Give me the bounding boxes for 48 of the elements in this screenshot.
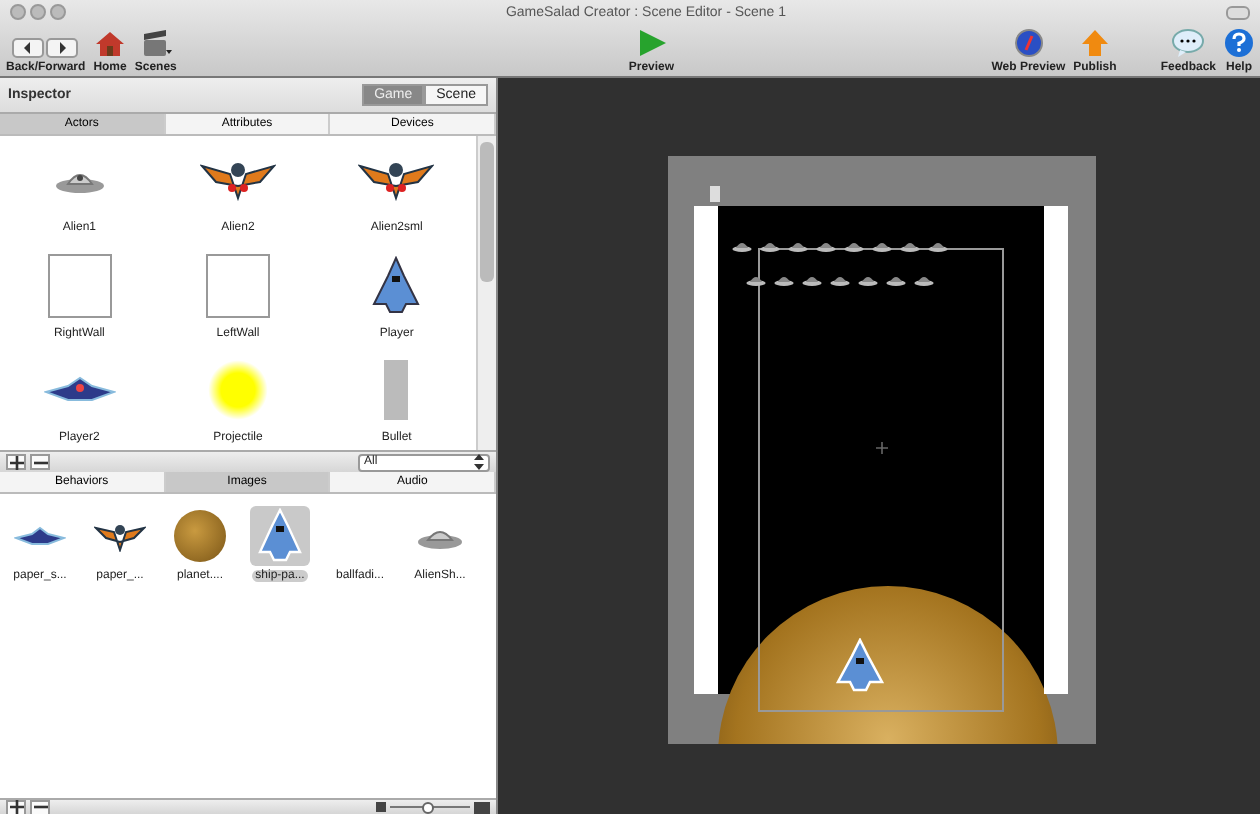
clapperboard-icon <box>139 30 172 58</box>
flying-saucer-icon[interactable] <box>732 240 752 252</box>
compass-icon <box>1013 28 1044 58</box>
spaceship-icon[interactable] <box>372 255 421 316</box>
flying-saucer-icon[interactable] <box>914 274 934 286</box>
remove-button[interactable] <box>30 454 50 470</box>
large-thumbnail-icon <box>474 801 490 813</box>
flying-saucer-icon[interactable] <box>844 240 864 252</box>
winged-alien-icon[interactable] <box>358 158 435 203</box>
flying-saucer-icon[interactable] <box>900 240 920 252</box>
zoom-slider-thumb[interactable] <box>422 802 435 814</box>
winged-alien-icon <box>94 521 146 551</box>
minus-icon <box>33 800 47 814</box>
flying-saucer-icon[interactable] <box>746 274 766 286</box>
flying-saucer-icon[interactable] <box>802 274 822 286</box>
flat-ship-icon[interactable] <box>43 375 116 404</box>
plus-icon <box>9 455 23 469</box>
crosshair-icon <box>876 442 888 454</box>
scrollbar[interactable] <box>476 136 496 450</box>
remove-button[interactable] <box>30 799 50 814</box>
plus-icon <box>9 800 23 814</box>
flying-saucer-icon[interactable] <box>816 240 836 252</box>
add-button[interactable] <box>6 799 26 814</box>
spaceship-icon <box>258 508 302 564</box>
empty-frame-icon[interactable] <box>205 253 270 318</box>
flying-saucer-icon[interactable] <box>760 240 780 252</box>
flying-saucer-icon[interactable] <box>886 274 906 286</box>
help-icon <box>1224 28 1254 58</box>
flying-saucer-icon[interactable] <box>830 274 850 286</box>
winged-alien-icon[interactable] <box>199 158 276 203</box>
speech-bubble-icon <box>1172 28 1205 58</box>
stepper-arrows-icon <box>474 454 484 470</box>
planet-icon <box>174 510 226 562</box>
up-arrow-icon <box>1079 28 1110 58</box>
flying-saucer-icon[interactable] <box>788 240 808 252</box>
empty-frame-icon[interactable] <box>47 253 112 318</box>
flying-saucer-icon[interactable] <box>872 240 892 252</box>
resize-handle-icon[interactable] <box>710 186 720 202</box>
flying-saucer-icon[interactable] <box>858 274 878 286</box>
flying-saucer-icon[interactable] <box>774 274 794 286</box>
play-icon <box>635 28 668 58</box>
flat-ship-icon <box>14 525 66 547</box>
image-thumbnail[interactable] <box>250 506 310 566</box>
flying-saucer-icon[interactable] <box>928 240 948 252</box>
house-icon <box>94 30 127 58</box>
scene-canvas[interactable] <box>668 156 1096 744</box>
add-button[interactable] <box>6 454 26 470</box>
small-thumbnail-icon <box>376 802 386 812</box>
